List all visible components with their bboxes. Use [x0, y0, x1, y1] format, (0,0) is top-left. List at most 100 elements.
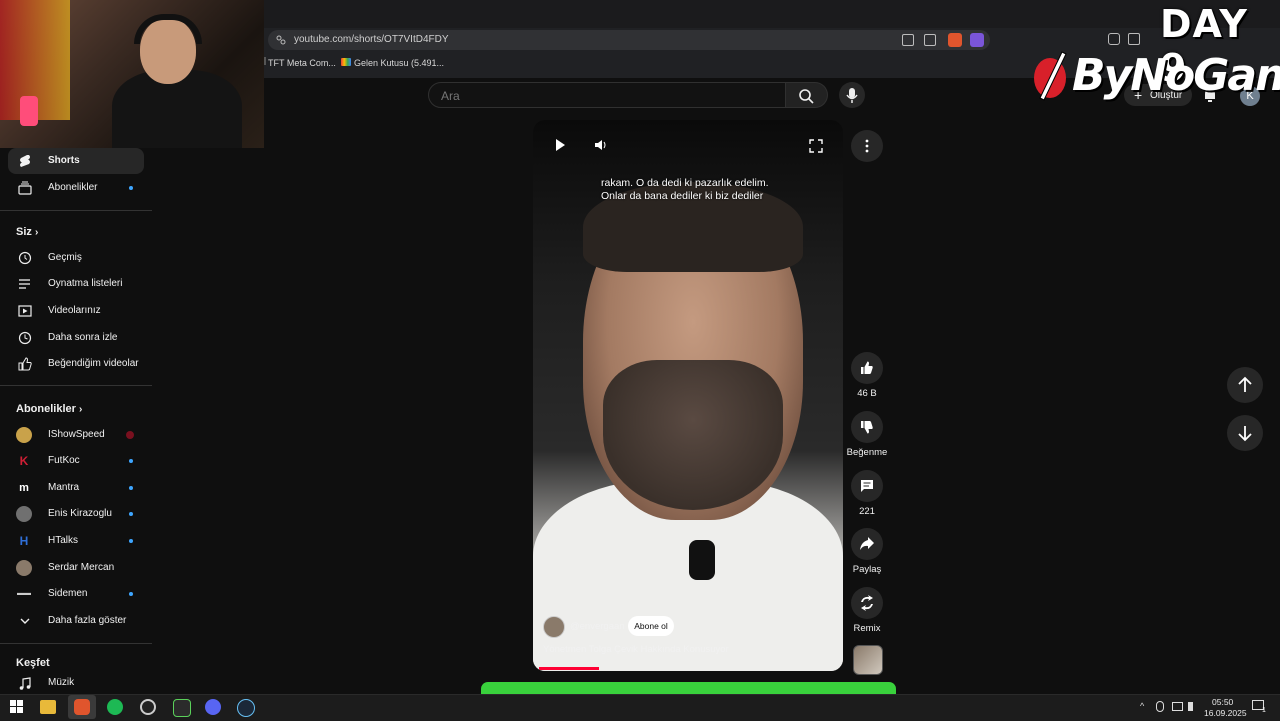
search-input[interactable] — [439, 88, 773, 104]
like-button[interactable] — [851, 352, 883, 384]
sidebar-item-liked[interactable]: Beğendiğim videolar — [8, 351, 144, 377]
new-content-dot — [129, 539, 133, 543]
volume-icon[interactable] — [593, 138, 609, 152]
more-options-button[interactable] — [851, 130, 883, 162]
sidebar-item-watch-later[interactable]: Daha sonra izle — [8, 325, 144, 351]
sidebar-item-music[interactable]: Müzik — [8, 673, 144, 693]
spotify-icon[interactable] — [107, 699, 123, 715]
discord-icon[interactable] — [205, 699, 221, 715]
channel-name[interactable]: @envergaan — [570, 621, 625, 632]
video-title[interactable]: Yönetmen Tolga Çevik Hakkında Konusuyor — [543, 644, 729, 655]
brave-shield-icon[interactable] — [948, 33, 962, 47]
sidebar-show-more[interactable]: Daha fazla göster — [8, 608, 144, 634]
subscriptions-icon — [18, 181, 32, 195]
sidebar-item-subscriptions[interactable]: Abonelikler — [8, 175, 144, 201]
video-progress-bar[interactable] — [539, 667, 599, 670]
headphones — [134, 14, 202, 44]
subscription-futkoc[interactable]: K FutKoc — [8, 448, 144, 474]
speaker-icon[interactable] — [1188, 702, 1198, 711]
bookmark-tft-meta[interactable]: TFT Meta Com... — [268, 58, 336, 68]
brave-rewards-icon[interactable] — [970, 33, 984, 47]
sidebar-item-your-videos[interactable]: Videolarınız — [8, 298, 144, 324]
htalks-logo-icon: H — [19, 534, 29, 548]
arrow-up-icon — [1238, 376, 1252, 392]
url-text[interactable]: youtube.com/shorts/OT7VItD4FDY — [294, 34, 449, 45]
comments-button[interactable] — [851, 470, 883, 502]
short-video-player[interactable]: rakam. O da dedi ki pazarlık edelim. Onl… — [533, 120, 843, 671]
search-box[interactable] — [428, 82, 786, 108]
sidebar-item-label: Oynatma listeleri — [48, 278, 123, 289]
share-page-icon[interactable] — [924, 34, 936, 46]
bynogame-logo-icon — [1034, 51, 1067, 101]
subscription-sidemen[interactable]: ▬▬ Sidemen — [8, 581, 144, 607]
windows-taskbar — [0, 694, 1280, 721]
playlists-icon — [19, 279, 30, 289]
share-button[interactable] — [851, 528, 883, 560]
dislike-label: Beğenme — [846, 447, 888, 458]
subscribe-button[interactable]: Abone ol — [628, 616, 674, 636]
history-icon — [18, 251, 32, 265]
extensions-icon[interactable] — [1108, 33, 1120, 45]
webcam-overlay — [0, 0, 264, 148]
comment-count: 221 — [859, 506, 875, 517]
subscription-htalks[interactable]: H HTalks — [8, 528, 144, 554]
bynogame-brand-text: ByNoGame — [1072, 50, 1280, 101]
voice-search-button[interactable] — [839, 82, 865, 108]
chevron-right-icon: › — [34, 227, 39, 238]
microphone-tray-icon[interactable] — [1156, 701, 1164, 712]
sidebar-item-label: Enis Kirazoglu — [48, 508, 112, 519]
watch-later-icon — [18, 331, 32, 345]
cast-icon[interactable] — [902, 34, 914, 46]
clock-time[interactable]: 05:50 — [1212, 697, 1233, 707]
channel-avatar[interactable] — [543, 616, 565, 638]
sidebar-item-label: FutKoc — [48, 455, 80, 466]
chevron-up-icon[interactable]: ^ — [1140, 701, 1144, 711]
remix-button[interactable] — [851, 587, 883, 619]
sidebar-divider — [0, 210, 152, 211]
clock-date[interactable]: 16.09.2025 — [1204, 708, 1247, 718]
next-short-button[interactable] — [1227, 415, 1263, 451]
windows-start-icon[interactable] — [10, 700, 23, 713]
gmail-icon — [341, 58, 351, 66]
steam-icon[interactable] — [237, 699, 255, 717]
audio-source-thumbnail[interactable] — [853, 645, 883, 675]
sidebar-heading-you[interactable]: Siz › — [16, 226, 38, 238]
video-subtitle: rakam. O da dedi ki pazarlık edelim. Onl… — [601, 177, 801, 203]
sidebar-heading-subscriptions[interactable]: Abonelikler › — [16, 403, 82, 415]
search-button[interactable] — [786, 82, 828, 108]
search-icon — [799, 89, 814, 104]
network-icon[interactable] — [1172, 702, 1183, 711]
sidebar-item-label: Beğendiğim videolar — [48, 358, 139, 369]
sidebar-item-label: Abonelikler — [48, 182, 98, 193]
sidebar-heading-explore: Keşfet — [16, 657, 50, 669]
dislike-button[interactable] — [851, 411, 883, 443]
microphone-icon — [846, 88, 858, 103]
file-explorer-icon[interactable] — [40, 700, 56, 714]
subscription-ishowspeed[interactable]: IShowSpeed — [8, 422, 144, 448]
play-icon[interactable] — [553, 138, 567, 152]
notification-count: 1 — [1262, 707, 1266, 714]
media-app-icon[interactable] — [173, 699, 191, 717]
sidebar-item-playlists[interactable]: Oynatma listeleri — [8, 271, 144, 297]
mantra-logo-icon: m — [19, 482, 29, 494]
subscription-mantra[interactable]: m Mantra — [8, 475, 144, 501]
subscription-serdar-mercan[interactable]: Serdar Mercan — [8, 555, 144, 581]
fullscreen-icon[interactable] — [809, 139, 823, 153]
brave-browser-icon[interactable] — [74, 699, 90, 715]
sidebar-item-label: Sidemen — [48, 588, 88, 599]
new-content-dot — [129, 186, 133, 190]
heading-text: Siz — [16, 226, 32, 238]
live-indicator-icon — [126, 431, 134, 439]
previous-short-button[interactable] — [1227, 367, 1263, 403]
obs-icon[interactable] — [140, 699, 156, 715]
subscription-enis-kirazoglu[interactable]: Enis Kirazoglu — [8, 501, 144, 527]
sidebar-toggle-icon[interactable] — [1128, 33, 1140, 45]
site-settings-icon[interactable] — [276, 35, 286, 45]
lapel-microphone — [689, 540, 715, 580]
sidebar-item-history[interactable]: Geçmiş — [8, 245, 144, 271]
sidebar-item-shorts[interactable]: Shorts — [8, 148, 144, 174]
share-arrow-icon — [860, 537, 874, 550]
sidebar-divider — [0, 643, 152, 644]
bookmark-gmail[interactable]: Gelen Kutusu (5.491... — [354, 58, 444, 68]
arrow-down-icon — [1238, 426, 1252, 442]
